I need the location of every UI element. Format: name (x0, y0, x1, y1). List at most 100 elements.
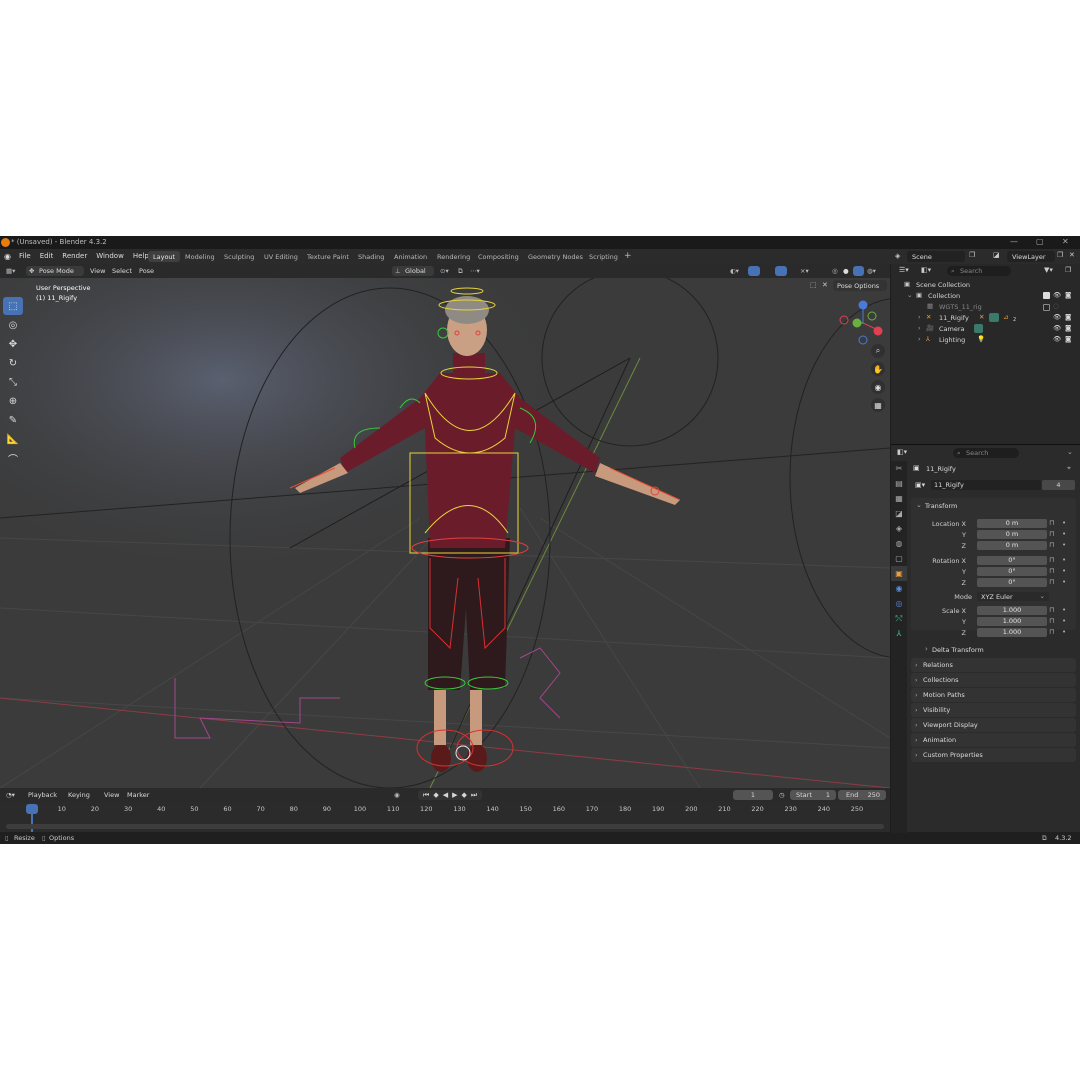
jump-keyframe-back-icon[interactable]: ◆ (433, 791, 438, 799)
outliner-item-camera[interactable]: Camera (939, 325, 965, 333)
chevron-right-icon[interactable]: › (925, 645, 928, 653)
measure-tool-icon[interactable]: 📐 (3, 430, 23, 448)
scene-tab-icon[interactable]: ◈ (891, 521, 907, 536)
rotation-z-field[interactable]: 0° (977, 578, 1047, 587)
render-tab-icon[interactable]: ▤ (891, 476, 907, 491)
new-collection-icon[interactable]: ❐ (1065, 266, 1071, 274)
rotation-x-field[interactable]: 0° (977, 556, 1047, 565)
xray-icon[interactable]: ⨯▾ (800, 267, 809, 275)
tool-tab-icon[interactable]: ✂ (891, 461, 907, 476)
object-datablock-icon[interactable]: ▣▾ (915, 481, 925, 489)
user-count[interactable]: 4 (1042, 480, 1075, 490)
timeline-editor-icon[interactable]: ◔▾ (6, 791, 15, 799)
scale-z-field[interactable]: 1.000 (977, 628, 1047, 637)
tab-uv-editing[interactable]: UV Editing (259, 251, 303, 262)
snap-target-icon[interactable]: ⋯▾ (470, 267, 480, 275)
grid-view-icon[interactable]: ▦ (871, 398, 885, 412)
outliner-item-11-rigify[interactable]: 11_Rigify (939, 314, 969, 322)
collection-tab-icon[interactable]: ▢ (891, 551, 907, 566)
snap-icon[interactable]: ⧉ (458, 267, 463, 276)
physics-tab-icon[interactable]: ◎ (891, 596, 907, 611)
cursor-tool-icon[interactable]: ◎ (3, 316, 23, 334)
custom-properties-panel[interactable]: Custom Properties (911, 748, 1076, 762)
scene-icon[interactable]: ◈ (895, 252, 900, 260)
transform-tool-icon[interactable]: ⊕ (3, 392, 23, 410)
outliner-editor-icon[interactable]: ☰▾ (899, 266, 909, 274)
eye-icon[interactable]: 👁 (1053, 313, 1061, 321)
menu-help[interactable]: Help (133, 252, 149, 260)
filter-icon[interactable]: ▼▾ (1044, 266, 1053, 274)
current-frame-field[interactable]: 1 (733, 790, 773, 800)
lock-icon[interactable]: ⊓ (1049, 556, 1054, 564)
wireframe-shading-icon[interactable]: ◎ (832, 267, 838, 275)
outliner-item-collection[interactable]: Collection (928, 292, 960, 300)
rotate-tool-icon[interactable]: ↻ (3, 354, 23, 372)
view-layer-tab-icon[interactable]: ◪ (891, 506, 907, 521)
navigation-gizmo[interactable] (838, 298, 888, 348)
blender-menu-icon[interactable]: ◉ (4, 252, 11, 261)
keyframe-dot-icon[interactable]: • (1062, 617, 1066, 625)
play-reverse-icon[interactable]: ◀ (443, 791, 448, 799)
chevron-down-icon[interactable]: ⌄ (916, 501, 922, 509)
motion-paths-panel[interactable]: Motion Paths (911, 688, 1076, 702)
data-tab-icon[interactable]: ⅄ (891, 626, 907, 641)
new-view-layer-icon[interactable]: ❐ (1057, 251, 1063, 259)
timeline-scrollbar[interactable] (6, 824, 884, 829)
tab-shading[interactable]: Shading (353, 251, 389, 262)
overlays-toggle[interactable] (775, 266, 787, 276)
transform-orientation-dropdown[interactable]: ⊥ Global (392, 266, 434, 276)
start-frame-field[interactable]: Start 1 (790, 790, 836, 800)
keyframe-dot-icon[interactable]: • (1062, 556, 1066, 564)
pivot-icon[interactable]: ⊙▾ (440, 267, 449, 275)
world-tab-icon[interactable]: ◍ (891, 536, 907, 551)
lock-icon[interactable]: ⊓ (1049, 530, 1054, 538)
visibility-icon[interactable]: ◐▾ (730, 267, 739, 275)
chevron-down-icon[interactable]: ⌄ (907, 291, 912, 299)
close-icon[interactable]: ✕ (1062, 237, 1069, 246)
eye-icon[interactable]: 👁 (1053, 335, 1061, 343)
end-frame-field[interactable]: End 250 (838, 790, 886, 800)
animation-panel[interactable]: Animation (911, 733, 1076, 747)
camera-render-icon[interactable]: ◙ (1065, 313, 1071, 321)
properties-editor-icon[interactable]: ◧▾ (897, 448, 907, 456)
zoom-icon[interactable]: ⌕ (871, 344, 885, 358)
jump-start-icon[interactable]: ⏮ (423, 791, 429, 800)
keyframe-dot-icon[interactable]: • (1062, 519, 1066, 527)
tab-scripting[interactable]: Scripting (584, 251, 623, 262)
chevron-right-icon[interactable]: › (918, 335, 921, 343)
lock-icon[interactable]: ⊓ (1049, 567, 1054, 575)
output-tab-icon[interactable]: ▦ (891, 491, 907, 506)
annotate-tool-icon[interactable]: ✎ (3, 411, 23, 429)
menu-select[interactable]: Select (112, 267, 132, 275)
menu-render[interactable]: Render (62, 252, 87, 260)
keyframe-dot-icon[interactable]: • (1062, 541, 1066, 549)
move-tool-icon[interactable]: ✥ (3, 335, 23, 353)
xmirror-icon[interactable]: ✕ (822, 281, 828, 289)
new-scene-icon[interactable]: ❐ (969, 251, 975, 259)
rendered-shading-icon[interactable]: ◍▾ (867, 267, 876, 275)
outliner-search-input[interactable]: ⌕ Search (947, 266, 1011, 276)
eye-icon[interactable]: 👁 (1053, 291, 1061, 299)
tab-compositing[interactable]: Compositing (473, 251, 524, 262)
marker-menu[interactable]: Marker (127, 791, 149, 799)
solid-shading-icon[interactable]: ● (843, 267, 849, 275)
outliner-item-scene-collection[interactable]: Scene Collection (916, 281, 970, 289)
tab-layout[interactable]: Layout (148, 251, 181, 262)
display-mode-icon[interactable]: ◧▾ (921, 266, 931, 274)
keyframe-dot-icon[interactable]: • (1062, 628, 1066, 636)
collection-checkbox[interactable] (1043, 292, 1050, 299)
preview-range-icon[interactable]: ◷ (779, 791, 785, 799)
tab-modeling[interactable]: Modeling (180, 251, 220, 262)
keyframe-dot-icon[interactable]: • (1062, 567, 1066, 575)
sidebar-toggle-icon[interactable]: ⬚ (810, 281, 817, 289)
view-layer-icon[interactable]: ◪ (993, 251, 1000, 259)
object-tab-icon[interactable]: ▣ (891, 566, 907, 581)
pan-hand-icon[interactable]: ✋ (871, 362, 885, 376)
scene-field[interactable]: Scene (907, 251, 965, 262)
tab-rendering[interactable]: Rendering (432, 251, 475, 262)
outliner-item-wgts[interactable]: WGTS_11_rig (939, 303, 982, 311)
tab-sculpting[interactable]: Sculpting (219, 251, 259, 262)
menu-view[interactable]: View (90, 267, 105, 275)
menu-edit[interactable]: Edit (40, 252, 54, 260)
keyframe-dot-icon[interactable]: • (1062, 606, 1066, 614)
